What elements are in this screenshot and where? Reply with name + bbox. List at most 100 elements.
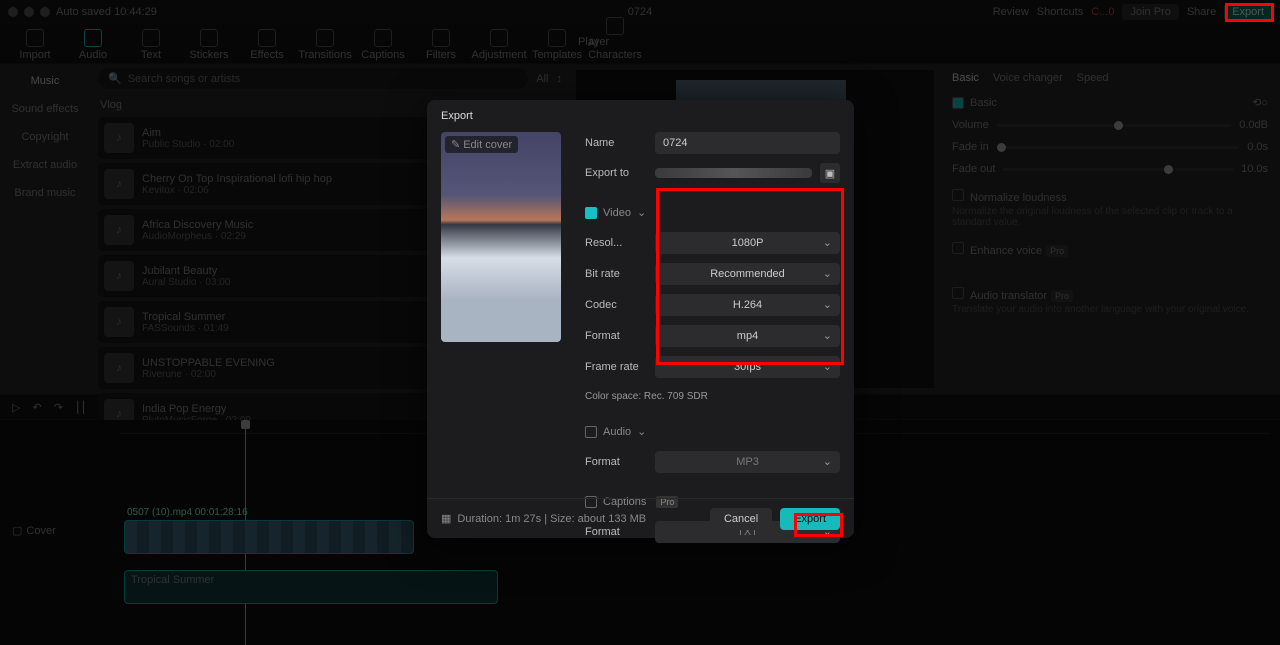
shortcuts-button[interactable]: Shortcuts <box>1037 6 1083 18</box>
search-icon: 🔍 <box>108 72 122 85</box>
search-input[interactable] <box>128 73 519 85</box>
search-box[interactable]: 🔍 <box>98 68 528 89</box>
cat-copyright[interactable]: Copyright <box>4 126 86 148</box>
tool-stickers[interactable]: Stickers <box>186 29 232 61</box>
undo-icon[interactable]: ↶ <box>32 401 41 414</box>
translator-label[interactable]: Audio translator <box>970 290 1047 302</box>
fadeout-label: Fade out <box>952 163 995 175</box>
cover-preview[interactable]: ✎Edit cover <box>441 132 561 342</box>
redo-icon[interactable]: ↷ <box>54 401 63 414</box>
folder-icon[interactable]: ▣ <box>820 163 840 183</box>
review-button[interactable]: Review <box>993 6 1029 18</box>
window-bar: Auto saved 10:44:29 0724 Review Shortcut… <box>0 0 1280 24</box>
track-sub: AudioMorpheus · 02:29 <box>142 231 253 242</box>
tool-templates[interactable]: Templates <box>534 29 580 61</box>
export-button-top[interactable]: Export <box>1224 4 1272 20</box>
volume-value: 0.0dB <box>1239 119 1268 131</box>
track-title: Africa Discovery Music <box>142 219 253 231</box>
autosave-label: Auto saved 10:44:29 <box>56 6 157 18</box>
video-clip[interactable]: 0507 (10).mp4 00:01:28:16 <box>124 520 414 554</box>
inspector: Basic Voice changer Speed Basic⟲○ Volume… <box>940 64 1280 394</box>
video-checkbox[interactable] <box>585 207 597 219</box>
track-thumb: ♪ <box>104 123 134 153</box>
fadein-value: 0.0s <box>1247 141 1268 153</box>
track-title: Tropical Summer <box>142 311 229 323</box>
name-input[interactable]: 0724 <box>655 132 840 154</box>
exportto-input[interactable] <box>655 168 812 178</box>
edit-cover-button[interactable]: ✎Edit cover <box>445 136 518 153</box>
volume-slider[interactable] <box>997 124 1232 127</box>
pencil-icon: ✎ <box>451 138 460 151</box>
track-title: Aim <box>142 127 234 139</box>
cat-extract-audio[interactable]: Extract audio <box>4 154 86 176</box>
cover-label[interactable]: ▢Cover <box>12 524 56 537</box>
format-select[interactable]: mp4 <box>655 325 840 347</box>
colorspace-label: Color space: Rec. 709 SDR <box>585 391 840 402</box>
tool-import[interactable]: Import <box>12 29 58 61</box>
track-thumb: ♪ <box>104 169 134 199</box>
track-title: UNSTOPPABLE EVENING <box>142 357 275 369</box>
audio-heading: Audio <box>603 426 631 438</box>
exportto-label: Export to <box>585 167 647 179</box>
codec-select[interactable]: H.264 <box>655 294 840 316</box>
export-info: Duration: 1m 27s | Size: about 133 MB <box>457 513 646 525</box>
project-name: 0724 <box>628 6 652 18</box>
cat-music[interactable]: Music <box>4 70 86 92</box>
framerate-select[interactable]: 30fps <box>655 356 840 378</box>
chevron-down-icon[interactable]: ⌄ <box>637 425 646 438</box>
fadein-label: Fade in <box>952 141 989 153</box>
fadeout-slider[interactable] <box>1003 168 1233 171</box>
split-icon[interactable]: ⎮⎮ <box>75 401 86 414</box>
fadein-slider[interactable] <box>997 146 1240 149</box>
name-label: Name <box>585 137 647 149</box>
credits-badge[interactable]: C...0 <box>1091 6 1114 18</box>
audio-checkbox[interactable] <box>585 426 597 438</box>
tool-filters[interactable]: Filters <box>418 29 464 61</box>
tab-speed[interactable]: Speed <box>1077 72 1109 84</box>
chevron-down-icon[interactable]: ⌄ <box>637 206 646 219</box>
all-filter[interactable]: All <box>536 73 548 85</box>
fadeout-value: 10.0s <box>1241 163 1268 175</box>
track-title: Cherry On Top Inspirational lofi hip hop <box>142 173 332 185</box>
audio-clip[interactable]: Tropical Summer <box>124 570 498 604</box>
cat-brand-music[interactable]: Brand music <box>4 182 86 204</box>
enhance-label[interactable]: Enhance voice <box>970 245 1042 257</box>
audio-categories: Music Sound effects Copyright Extract au… <box>0 64 90 394</box>
join-pro-button[interactable]: Join Pro <box>1122 4 1178 20</box>
tool-effects[interactable]: Effects <box>244 29 290 61</box>
track-sub: Public Studio · 02:00 <box>142 139 234 150</box>
tab-basic[interactable]: Basic <box>952 72 979 84</box>
tool-transitions[interactable]: Transitions <box>302 29 348 61</box>
track-thumb: ♪ <box>104 307 134 337</box>
track-title: Jubilant Beauty <box>142 265 230 277</box>
track-thumb: ♪ <box>104 261 134 291</box>
volume-label: Volume <box>952 119 989 131</box>
normalize-label[interactable]: Normalize loudness <box>970 192 1067 204</box>
traffic-lights[interactable] <box>8 7 50 17</box>
reset-icon[interactable]: ⟲ <box>1252 96 1261 109</box>
video-heading: Video <box>603 207 631 219</box>
modal-title: Export <box>427 100 854 132</box>
tab-voice-changer[interactable]: Voice changer <box>993 72 1063 84</box>
tool-text[interactable]: Text <box>128 29 174 61</box>
revert-icon[interactable]: ○ <box>1261 97 1268 109</box>
share-button[interactable]: Share <box>1187 6 1216 18</box>
cursor-tool-icon[interactable]: ▷ <box>12 401 20 414</box>
track-sub: Aural Studio · 03:00 <box>142 277 230 288</box>
cancel-button[interactable]: Cancel <box>710 508 772 530</box>
track-sub: FASSounds · 01:49 <box>142 323 229 334</box>
export-button[interactable]: Export <box>780 508 840 530</box>
track-sub: Kevitox · 02:06 <box>142 185 332 196</box>
tool-captions[interactable]: Captions <box>360 29 406 61</box>
player-panel-title: Player <box>578 36 609 48</box>
tool-adjustment[interactable]: Adjustment <box>476 29 522 61</box>
audio-format-select[interactable]: MP3 <box>655 451 840 473</box>
cat-sound-effects[interactable]: Sound effects <box>4 98 86 120</box>
tool-audio[interactable]: Audio <box>70 29 116 61</box>
bitrate-select[interactable]: Recommended <box>655 263 840 285</box>
filmstrip-icon: ▦ <box>441 512 451 525</box>
track-thumb: ♪ <box>104 353 134 383</box>
tool-row: Import Audio Text Stickers Effects Trans… <box>0 24 1280 64</box>
sort-icon[interactable]: ↕ <box>557 73 563 85</box>
resolution-select[interactable]: 1080P <box>655 232 840 254</box>
